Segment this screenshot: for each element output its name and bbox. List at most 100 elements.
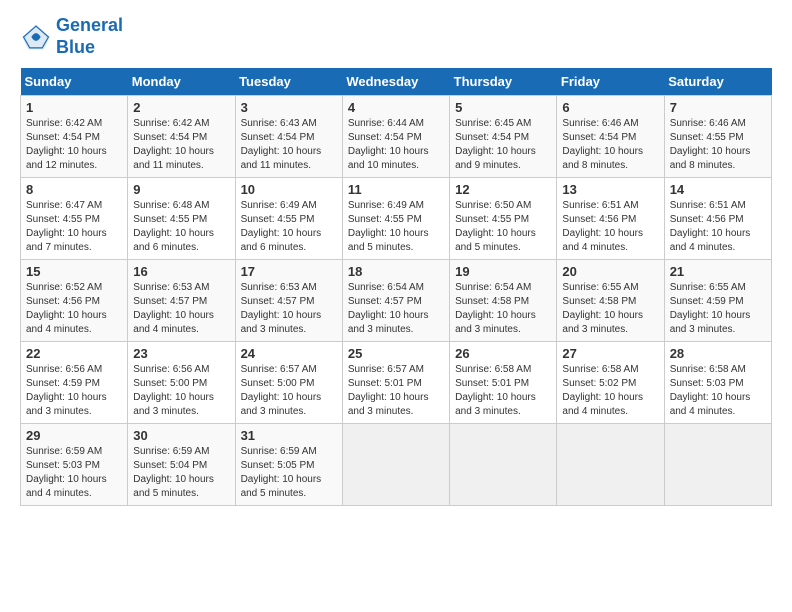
day-info: Sunrise: 6:58 AMSunset: 5:02 PMDaylight:…	[562, 364, 643, 417]
day-number: 8	[26, 182, 122, 197]
day-cell-3: 3 Sunrise: 6:43 AMSunset: 4:54 PMDayligh…	[235, 96, 342, 178]
day-info: Sunrise: 6:55 AMSunset: 4:59 PMDaylight:…	[670, 282, 751, 335]
calendar-table: SundayMondayTuesdayWednesdayThursdayFrid…	[20, 68, 772, 506]
header-sunday: Sunday	[21, 68, 128, 96]
calendar-week-3: 15 Sunrise: 6:52 AMSunset: 4:56 PMDaylig…	[21, 260, 772, 342]
day-cell-13: 13 Sunrise: 6:51 AMSunset: 4:56 PMDaylig…	[557, 178, 664, 260]
day-cell-27: 27 Sunrise: 6:58 AMSunset: 5:02 PMDaylig…	[557, 342, 664, 424]
day-cell-11: 11 Sunrise: 6:49 AMSunset: 4:55 PMDaylig…	[342, 178, 449, 260]
day-number: 31	[241, 428, 337, 443]
day-cell-7: 7 Sunrise: 6:46 AMSunset: 4:55 PMDayligh…	[664, 96, 771, 178]
day-number: 6	[562, 100, 658, 115]
empty-cell	[450, 424, 557, 506]
day-info: Sunrise: 6:59 AMSunset: 5:03 PMDaylight:…	[26, 446, 107, 499]
calendar-header-row: SundayMondayTuesdayWednesdayThursdayFrid…	[21, 68, 772, 96]
day-cell-10: 10 Sunrise: 6:49 AMSunset: 4:55 PMDaylig…	[235, 178, 342, 260]
day-number: 15	[26, 264, 122, 279]
calendar-week-2: 8 Sunrise: 6:47 AMSunset: 4:55 PMDayligh…	[21, 178, 772, 260]
empty-cell	[557, 424, 664, 506]
day-number: 25	[348, 346, 444, 361]
day-number: 24	[241, 346, 337, 361]
day-info: Sunrise: 6:48 AMSunset: 4:55 PMDaylight:…	[133, 200, 214, 253]
day-number: 22	[26, 346, 122, 361]
day-cell-19: 19 Sunrise: 6:54 AMSunset: 4:58 PMDaylig…	[450, 260, 557, 342]
day-info: Sunrise: 6:56 AMSunset: 5:00 PMDaylight:…	[133, 364, 214, 417]
day-cell-9: 9 Sunrise: 6:48 AMSunset: 4:55 PMDayligh…	[128, 178, 235, 260]
day-info: Sunrise: 6:53 AMSunset: 4:57 PMDaylight:…	[241, 282, 322, 335]
logo: General Blue	[20, 15, 123, 58]
day-number: 19	[455, 264, 551, 279]
day-info: Sunrise: 6:51 AMSunset: 4:56 PMDaylight:…	[562, 200, 643, 253]
day-cell-31: 31 Sunrise: 6:59 AMSunset: 5:05 PMDaylig…	[235, 424, 342, 506]
day-cell-17: 17 Sunrise: 6:53 AMSunset: 4:57 PMDaylig…	[235, 260, 342, 342]
day-info: Sunrise: 6:52 AMSunset: 4:56 PMDaylight:…	[26, 282, 107, 335]
day-number: 2	[133, 100, 229, 115]
day-number: 9	[133, 182, 229, 197]
day-number: 21	[670, 264, 766, 279]
day-cell-16: 16 Sunrise: 6:53 AMSunset: 4:57 PMDaylig…	[128, 260, 235, 342]
day-number: 4	[348, 100, 444, 115]
day-info: Sunrise: 6:45 AMSunset: 4:54 PMDaylight:…	[455, 118, 536, 171]
day-cell-21: 21 Sunrise: 6:55 AMSunset: 4:59 PMDaylig…	[664, 260, 771, 342]
header-tuesday: Tuesday	[235, 68, 342, 96]
day-info: Sunrise: 6:42 AMSunset: 4:54 PMDaylight:…	[133, 118, 214, 171]
day-number: 20	[562, 264, 658, 279]
day-number: 17	[241, 264, 337, 279]
day-number: 1	[26, 100, 122, 115]
day-info: Sunrise: 6:46 AMSunset: 4:55 PMDaylight:…	[670, 118, 751, 171]
day-info: Sunrise: 6:59 AMSunset: 5:05 PMDaylight:…	[241, 446, 322, 499]
day-number: 7	[670, 100, 766, 115]
day-number: 5	[455, 100, 551, 115]
day-cell-14: 14 Sunrise: 6:51 AMSunset: 4:56 PMDaylig…	[664, 178, 771, 260]
day-number: 12	[455, 182, 551, 197]
day-info: Sunrise: 6:49 AMSunset: 4:55 PMDaylight:…	[241, 200, 322, 253]
day-number: 11	[348, 182, 444, 197]
day-info: Sunrise: 6:42 AMSunset: 4:54 PMDaylight:…	[26, 118, 107, 171]
empty-cell	[664, 424, 771, 506]
day-cell-4: 4 Sunrise: 6:44 AMSunset: 4:54 PMDayligh…	[342, 96, 449, 178]
day-info: Sunrise: 6:56 AMSunset: 4:59 PMDaylight:…	[26, 364, 107, 417]
day-info: Sunrise: 6:44 AMSunset: 4:54 PMDaylight:…	[348, 118, 429, 171]
day-number: 18	[348, 264, 444, 279]
day-cell-18: 18 Sunrise: 6:54 AMSunset: 4:57 PMDaylig…	[342, 260, 449, 342]
day-number: 3	[241, 100, 337, 115]
day-cell-23: 23 Sunrise: 6:56 AMSunset: 5:00 PMDaylig…	[128, 342, 235, 424]
day-info: Sunrise: 6:57 AMSunset: 5:00 PMDaylight:…	[241, 364, 322, 417]
day-cell-22: 22 Sunrise: 6:56 AMSunset: 4:59 PMDaylig…	[21, 342, 128, 424]
calendar-week-5: 29 Sunrise: 6:59 AMSunset: 5:03 PMDaylig…	[21, 424, 772, 506]
day-info: Sunrise: 6:49 AMSunset: 4:55 PMDaylight:…	[348, 200, 429, 253]
day-cell-5: 5 Sunrise: 6:45 AMSunset: 4:54 PMDayligh…	[450, 96, 557, 178]
header-thursday: Thursday	[450, 68, 557, 96]
day-number: 13	[562, 182, 658, 197]
day-cell-1: 1 Sunrise: 6:42 AMSunset: 4:54 PMDayligh…	[21, 96, 128, 178]
logo-text: General Blue	[56, 15, 123, 58]
header-monday: Monday	[128, 68, 235, 96]
day-info: Sunrise: 6:57 AMSunset: 5:01 PMDaylight:…	[348, 364, 429, 417]
day-cell-15: 15 Sunrise: 6:52 AMSunset: 4:56 PMDaylig…	[21, 260, 128, 342]
day-number: 23	[133, 346, 229, 361]
day-info: Sunrise: 6:51 AMSunset: 4:56 PMDaylight:…	[670, 200, 751, 253]
calendar-week-4: 22 Sunrise: 6:56 AMSunset: 4:59 PMDaylig…	[21, 342, 772, 424]
day-number: 16	[133, 264, 229, 279]
day-number: 26	[455, 346, 551, 361]
day-info: Sunrise: 6:59 AMSunset: 5:04 PMDaylight:…	[133, 446, 214, 499]
day-number: 10	[241, 182, 337, 197]
day-number: 29	[26, 428, 122, 443]
day-info: Sunrise: 6:53 AMSunset: 4:57 PMDaylight:…	[133, 282, 214, 335]
day-info: Sunrise: 6:54 AMSunset: 4:57 PMDaylight:…	[348, 282, 429, 335]
day-cell-28: 28 Sunrise: 6:58 AMSunset: 5:03 PMDaylig…	[664, 342, 771, 424]
page-header: General Blue	[20, 15, 772, 58]
day-number: 27	[562, 346, 658, 361]
day-info: Sunrise: 6:58 AMSunset: 5:01 PMDaylight:…	[455, 364, 536, 417]
calendar-week-1: 1 Sunrise: 6:42 AMSunset: 4:54 PMDayligh…	[21, 96, 772, 178]
day-info: Sunrise: 6:47 AMSunset: 4:55 PMDaylight:…	[26, 200, 107, 253]
day-number: 14	[670, 182, 766, 197]
day-info: Sunrise: 6:43 AMSunset: 4:54 PMDaylight:…	[241, 118, 322, 171]
day-info: Sunrise: 6:50 AMSunset: 4:55 PMDaylight:…	[455, 200, 536, 253]
day-info: Sunrise: 6:55 AMSunset: 4:58 PMDaylight:…	[562, 282, 643, 335]
header-wednesday: Wednesday	[342, 68, 449, 96]
day-cell-29: 29 Sunrise: 6:59 AMSunset: 5:03 PMDaylig…	[21, 424, 128, 506]
day-info: Sunrise: 6:58 AMSunset: 5:03 PMDaylight:…	[670, 364, 751, 417]
day-info: Sunrise: 6:46 AMSunset: 4:54 PMDaylight:…	[562, 118, 643, 171]
header-friday: Friday	[557, 68, 664, 96]
